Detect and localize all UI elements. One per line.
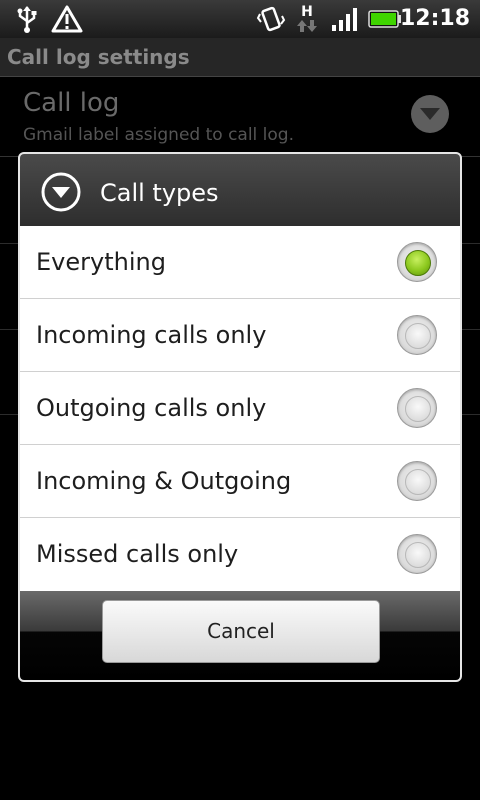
radio-button[interactable] bbox=[397, 534, 437, 574]
radio-button-selected[interactable] bbox=[397, 242, 437, 282]
status-clock: 12:18 bbox=[399, 6, 470, 31]
call-types-dialog: Call types Everything Incoming calls onl… bbox=[18, 152, 462, 682]
battery-icon bbox=[368, 0, 402, 38]
dropdown-circle-icon bbox=[40, 171, 82, 217]
data-type-label: H bbox=[301, 4, 313, 20]
option-incoming-calls-only[interactable]: Incoming calls only bbox=[20, 299, 460, 372]
radio-button[interactable] bbox=[397, 461, 437, 501]
option-label: Everything bbox=[36, 248, 166, 276]
option-label: Incoming calls only bbox=[36, 321, 267, 349]
list-item-title: Call log bbox=[23, 88, 120, 118]
dialog-header: Call types bbox=[20, 154, 460, 226]
option-missed-calls-only[interactable]: Missed calls only bbox=[20, 518, 460, 590]
option-incoming-and-outgoing[interactable]: Incoming & Outgoing bbox=[20, 445, 460, 518]
usb-icon bbox=[14, 0, 40, 38]
option-label: Incoming & Outgoing bbox=[36, 467, 292, 495]
warning-icon bbox=[50, 0, 84, 38]
dialog-title: Call types bbox=[100, 179, 219, 207]
option-label: Outgoing calls only bbox=[36, 394, 267, 422]
list-item-subtitle: Gmail label assigned to call log. bbox=[23, 125, 294, 145]
options-list: Everything Incoming calls only Outgoing … bbox=[20, 226, 460, 590]
dialog-footer: Cancel bbox=[20, 591, 460, 680]
page-title: Call log settings bbox=[7, 45, 190, 69]
option-outgoing-calls-only[interactable]: Outgoing calls only bbox=[20, 372, 460, 445]
vibrate-icon bbox=[256, 0, 286, 38]
chevron-down-icon bbox=[411, 95, 449, 133]
cancel-button[interactable]: Cancel bbox=[102, 600, 380, 663]
radio-button[interactable] bbox=[397, 388, 437, 428]
list-item-call-log: Call log Gmail label assigned to call lo… bbox=[0, 78, 480, 157]
option-label: Missed calls only bbox=[36, 540, 239, 568]
option-everything[interactable]: Everything bbox=[20, 226, 460, 299]
radio-button[interactable] bbox=[397, 315, 437, 355]
signal-icon bbox=[330, 0, 360, 38]
data-transfer-icon: H bbox=[296, 0, 318, 38]
status-bar: H 12:18 bbox=[0, 0, 480, 38]
title-bar: Call log settings bbox=[0, 38, 480, 77]
